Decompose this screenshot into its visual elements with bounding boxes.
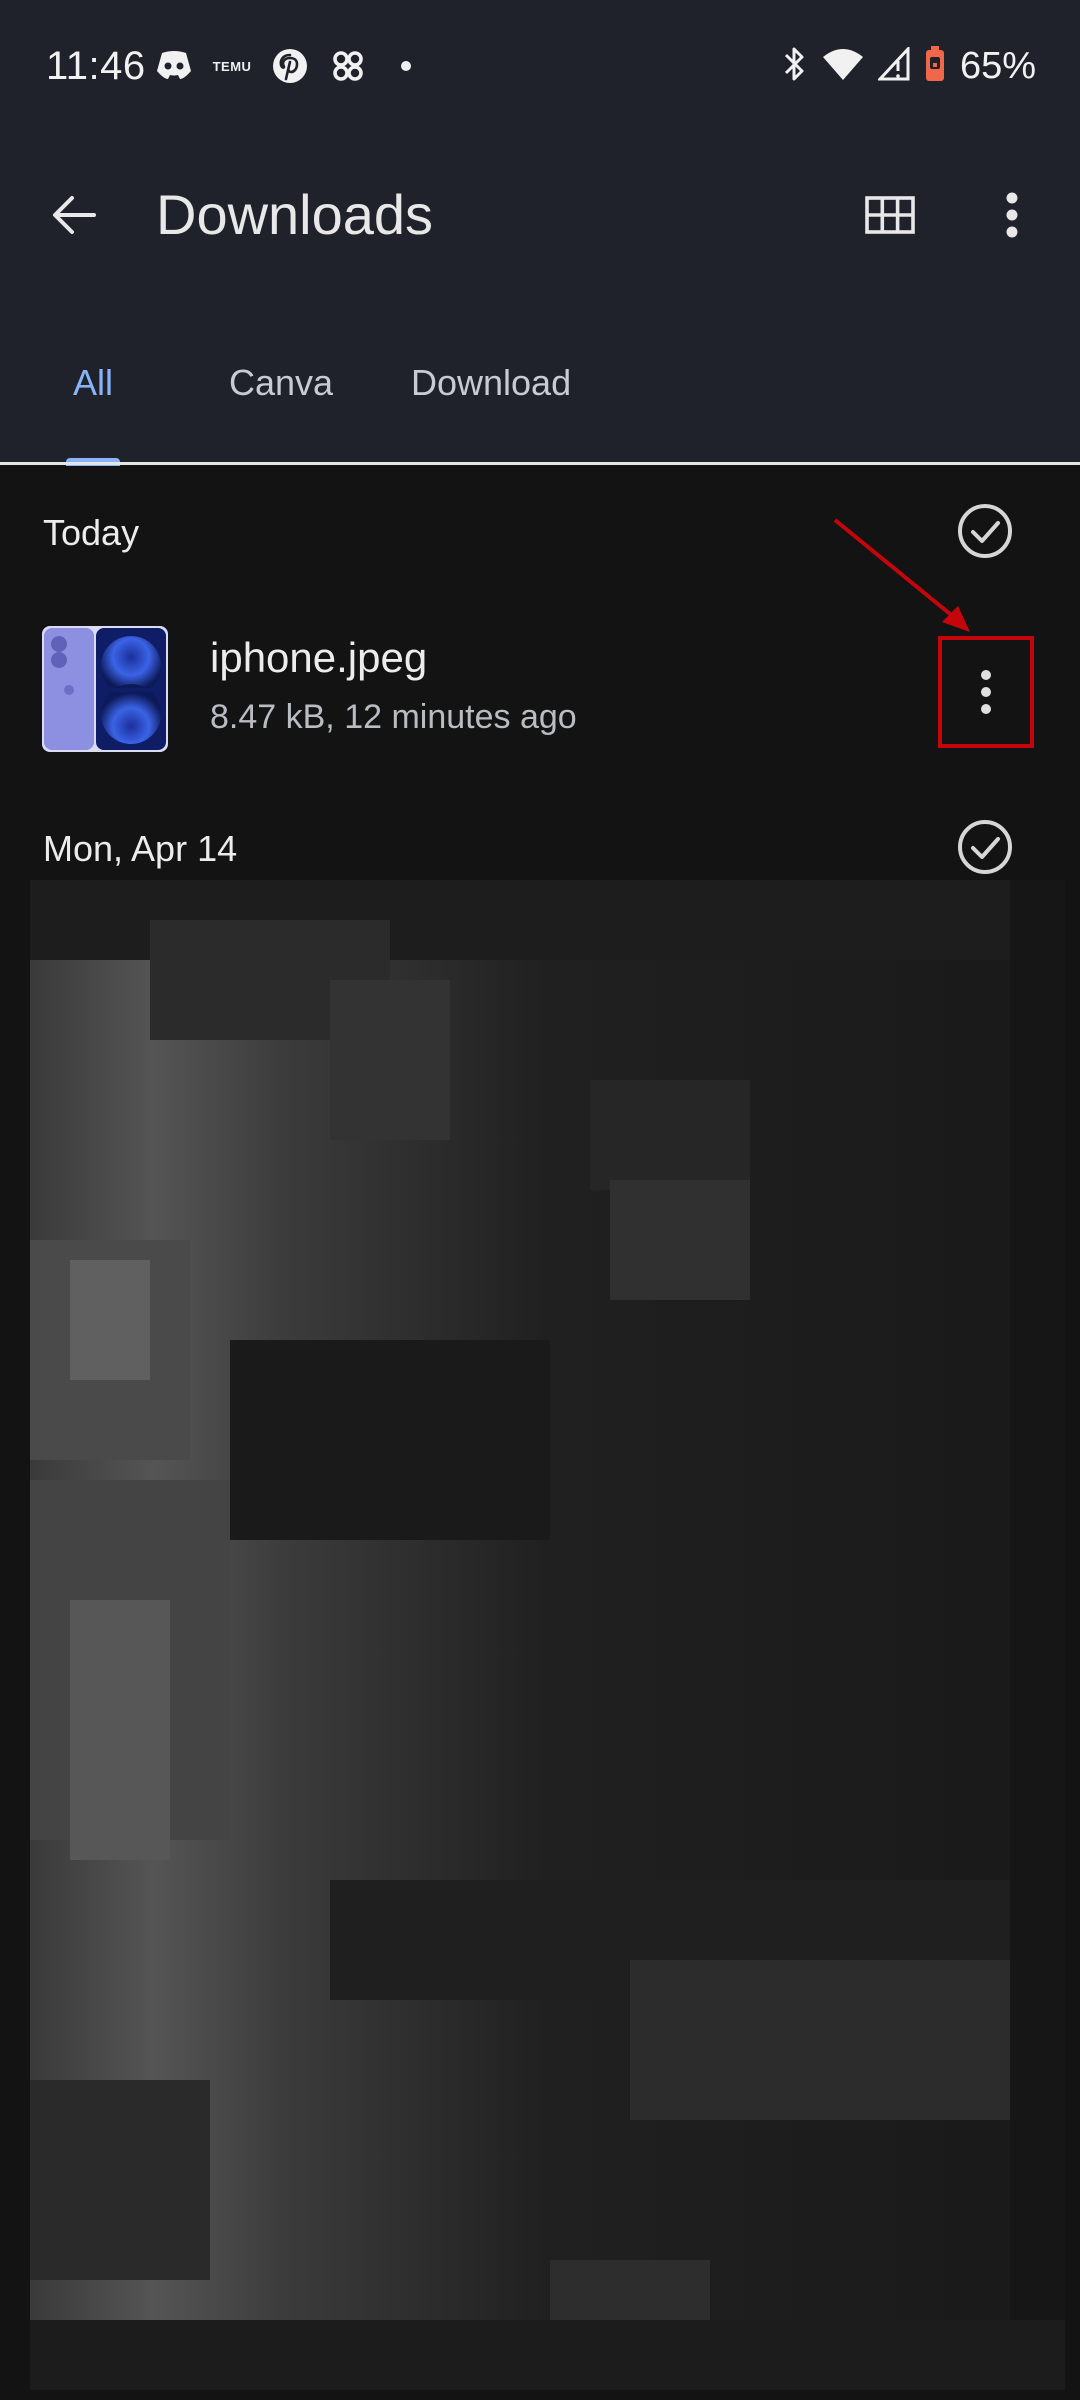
file-name: iphone.jpeg bbox=[210, 634, 428, 681]
signal-icon bbox=[876, 44, 910, 86]
wifi-icon bbox=[822, 47, 864, 86]
more-vert-icon bbox=[1006, 192, 1018, 238]
page-title: Downloads bbox=[156, 183, 434, 246]
select-all-check-icon[interactable] bbox=[956, 818, 1014, 876]
section-title: Mon, Apr 14 bbox=[43, 828, 238, 869]
file-meta: 8.47 kB, 12 minutes ago bbox=[210, 698, 577, 736]
threads-icon bbox=[328, 46, 368, 86]
discord-icon bbox=[154, 46, 194, 86]
downloads-screen: 11:46 TEMU 65% Downloads All Canva Downl… bbox=[0, 0, 1080, 2400]
temu-label: TEMU bbox=[212, 58, 252, 74]
grid-view-button[interactable] bbox=[850, 180, 930, 250]
notification-dot bbox=[386, 46, 426, 86]
image-thumbnail bbox=[42, 626, 168, 752]
file-thumbnail bbox=[42, 626, 168, 752]
status-bar: 11:46 TEMU 65% bbox=[0, 0, 1080, 130]
grid-view-icon bbox=[865, 196, 915, 234]
file-row[interactable]: iphone.jpeg 8.47 kB, 12 minutes ago bbox=[0, 608, 1080, 768]
blurred-content bbox=[30, 880, 1065, 2390]
tabs-divider bbox=[0, 462, 1080, 465]
section-header-today: Today bbox=[0, 502, 1080, 582]
top-bar-area: 11:46 TEMU 65% Downloads All Canva Downl… bbox=[0, 0, 1080, 466]
back-arrow-icon bbox=[53, 196, 96, 234]
more-options-button[interactable] bbox=[972, 180, 1052, 250]
tab-canva[interactable]: Canva bbox=[229, 358, 333, 408]
bluetooth-icon bbox=[782, 45, 808, 88]
system-status: 65% bbox=[782, 44, 1036, 88]
battery-icon bbox=[924, 45, 946, 88]
file-more-options-button[interactable] bbox=[938, 636, 1034, 748]
pixelated-image bbox=[30, 880, 1065, 2390]
notification-icons: TEMU bbox=[154, 46, 426, 86]
section-title: Today bbox=[43, 512, 140, 553]
more-vert-icon bbox=[981, 670, 991, 714]
back-button[interactable] bbox=[34, 180, 114, 250]
tab-all[interactable]: All bbox=[73, 358, 113, 408]
pinterest-icon bbox=[270, 46, 310, 86]
select-all-check-icon[interactable] bbox=[956, 502, 1014, 560]
status-time: 11:46 bbox=[46, 44, 146, 88]
battery-percentage: 65% bbox=[959, 44, 1036, 87]
app-bar: Downloads bbox=[0, 150, 1080, 280]
temu-icon: TEMU bbox=[212, 46, 252, 86]
tab-download[interactable]: Download bbox=[411, 358, 571, 408]
tab-bar: All Canva Download bbox=[0, 330, 1080, 466]
